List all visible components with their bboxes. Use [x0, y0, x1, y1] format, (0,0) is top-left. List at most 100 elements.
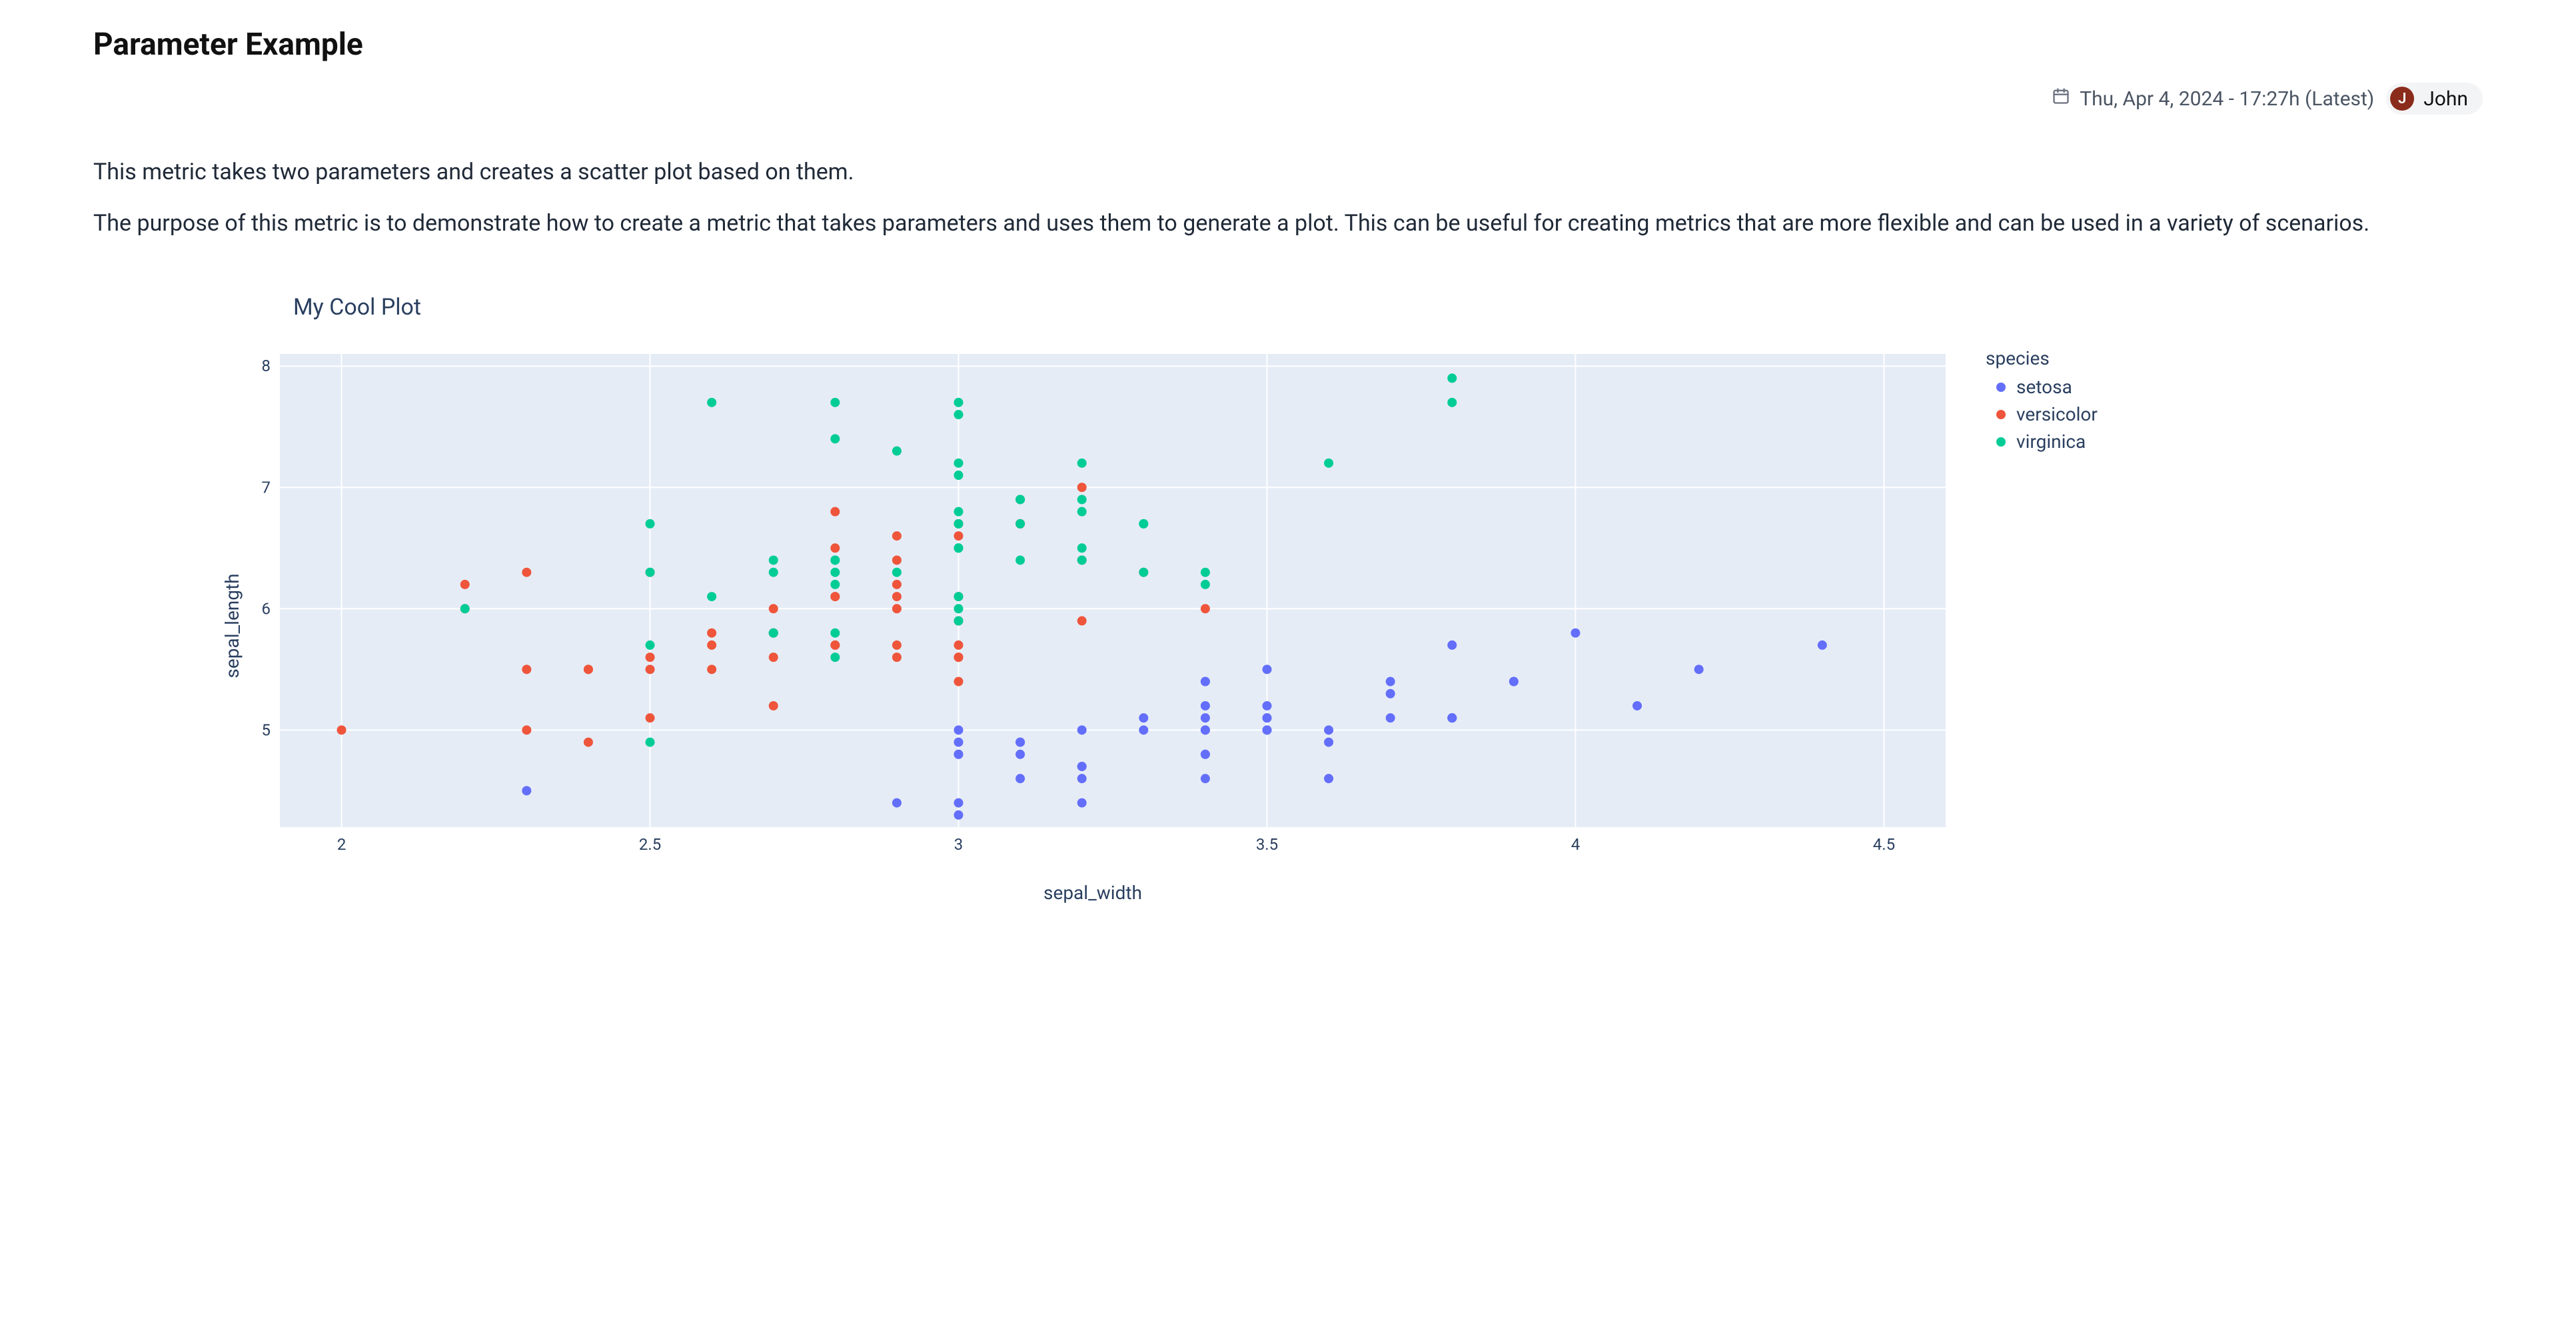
data-point[interactable]	[707, 629, 716, 638]
data-point[interactable]	[1324, 774, 1333, 784]
data-point[interactable]	[1694, 665, 1704, 674]
data-point[interactable]	[584, 665, 593, 674]
chart-svg[interactable]: 22.533.544.55678	[227, 347, 1959, 867]
data-point[interactable]	[892, 641, 902, 650]
data-point[interactable]	[954, 531, 964, 541]
data-point[interactable]	[954, 750, 964, 759]
data-point[interactable]	[954, 592, 964, 601]
data-point[interactable]	[830, 435, 840, 444]
data-point[interactable]	[954, 471, 964, 480]
data-point[interactable]	[1201, 605, 1210, 614]
data-point[interactable]	[1262, 714, 1271, 723]
data-point[interactable]	[892, 531, 902, 541]
data-point[interactable]	[830, 556, 840, 565]
data-point[interactable]	[1201, 750, 1210, 759]
data-point[interactable]	[584, 738, 593, 747]
data-point[interactable]	[892, 556, 902, 565]
data-point[interactable]	[646, 653, 655, 663]
data-point[interactable]	[830, 580, 840, 589]
data-point[interactable]	[954, 605, 964, 614]
data-point[interactable]	[769, 653, 778, 663]
data-point[interactable]	[1077, 762, 1087, 771]
legend-item-virginica[interactable]: virginica	[1996, 431, 2098, 453]
data-point[interactable]	[830, 398, 840, 407]
data-point[interactable]	[954, 653, 964, 663]
data-point[interactable]	[1201, 568, 1210, 577]
data-point[interactable]	[1324, 459, 1333, 468]
data-point[interactable]	[1324, 738, 1333, 747]
data-point[interactable]	[1015, 519, 1025, 529]
data-point[interactable]	[954, 810, 964, 820]
data-point[interactable]	[1201, 701, 1210, 710]
data-point[interactable]	[954, 738, 964, 747]
data-point[interactable]	[1077, 507, 1087, 517]
data-point[interactable]	[707, 665, 716, 674]
data-point[interactable]	[1201, 714, 1210, 723]
data-point[interactable]	[1201, 726, 1210, 735]
data-point[interactable]	[1139, 714, 1148, 723]
data-point[interactable]	[1201, 677, 1210, 686]
data-point[interactable]	[769, 701, 778, 710]
data-point[interactable]	[830, 568, 840, 577]
data-point[interactable]	[892, 592, 902, 601]
legend-item-versicolor[interactable]: versicolor	[1996, 403, 2098, 425]
data-point[interactable]	[1509, 677, 1519, 686]
data-point[interactable]	[1571, 629, 1580, 638]
data-point[interactable]	[1447, 641, 1457, 650]
data-point[interactable]	[1818, 641, 1827, 650]
data-point[interactable]	[1139, 519, 1148, 529]
data-point[interactable]	[337, 726, 346, 735]
data-point[interactable]	[646, 665, 655, 674]
data-point[interactable]	[892, 605, 902, 614]
data-point[interactable]	[954, 641, 964, 650]
data-point[interactable]	[769, 605, 778, 614]
data-point[interactable]	[1077, 495, 1087, 505]
data-point[interactable]	[954, 677, 964, 686]
data-point[interactable]	[954, 798, 964, 808]
data-point[interactable]	[1262, 701, 1271, 710]
data-point[interactable]	[1077, 617, 1087, 626]
data-point[interactable]	[830, 544, 840, 553]
scatter-chart[interactable]: sepal_length 22.533.544.55678 sepal_widt…	[227, 347, 1959, 904]
data-point[interactable]	[954, 398, 964, 407]
data-point[interactable]	[954, 544, 964, 553]
user-chip[interactable]: J John	[2386, 83, 2483, 115]
data-point[interactable]	[707, 592, 716, 601]
data-point[interactable]	[769, 629, 778, 638]
data-point[interactable]	[1077, 798, 1087, 808]
data-point[interactable]	[1077, 774, 1087, 784]
data-point[interactable]	[1015, 738, 1025, 747]
data-point[interactable]	[1077, 483, 1087, 493]
data-point[interactable]	[892, 653, 902, 663]
data-point[interactable]	[1262, 726, 1271, 735]
data-point[interactable]	[830, 653, 840, 663]
data-point[interactable]	[954, 726, 964, 735]
data-point[interactable]	[522, 665, 531, 674]
data-point[interactable]	[1015, 495, 1025, 505]
data-point[interactable]	[707, 398, 716, 407]
data-point[interactable]	[1386, 677, 1395, 686]
data-point[interactable]	[1015, 774, 1025, 784]
data-point[interactable]	[830, 629, 840, 638]
data-point[interactable]	[522, 568, 531, 577]
data-point[interactable]	[954, 410, 964, 419]
date-chip[interactable]: Thu, Apr 4, 2024 - 17:27h (Latest)	[2052, 87, 2374, 111]
data-point[interactable]	[954, 507, 964, 517]
legend-item-setosa[interactable]: setosa	[1996, 376, 2098, 398]
data-point[interactable]	[1447, 714, 1457, 723]
data-point[interactable]	[1077, 726, 1087, 735]
data-point[interactable]	[522, 726, 531, 735]
data-point[interactable]	[646, 641, 655, 650]
data-point[interactable]	[1139, 568, 1148, 577]
data-point[interactable]	[1262, 665, 1271, 674]
data-point[interactable]	[1077, 556, 1087, 565]
data-point[interactable]	[1386, 689, 1395, 698]
data-point[interactable]	[1324, 726, 1333, 735]
data-point[interactable]	[646, 738, 655, 747]
data-point[interactable]	[646, 519, 655, 529]
data-point[interactable]	[830, 592, 840, 601]
data-point[interactable]	[1077, 544, 1087, 553]
data-point[interactable]	[1077, 459, 1087, 468]
data-point[interactable]	[1386, 714, 1395, 723]
data-point[interactable]	[460, 605, 470, 614]
